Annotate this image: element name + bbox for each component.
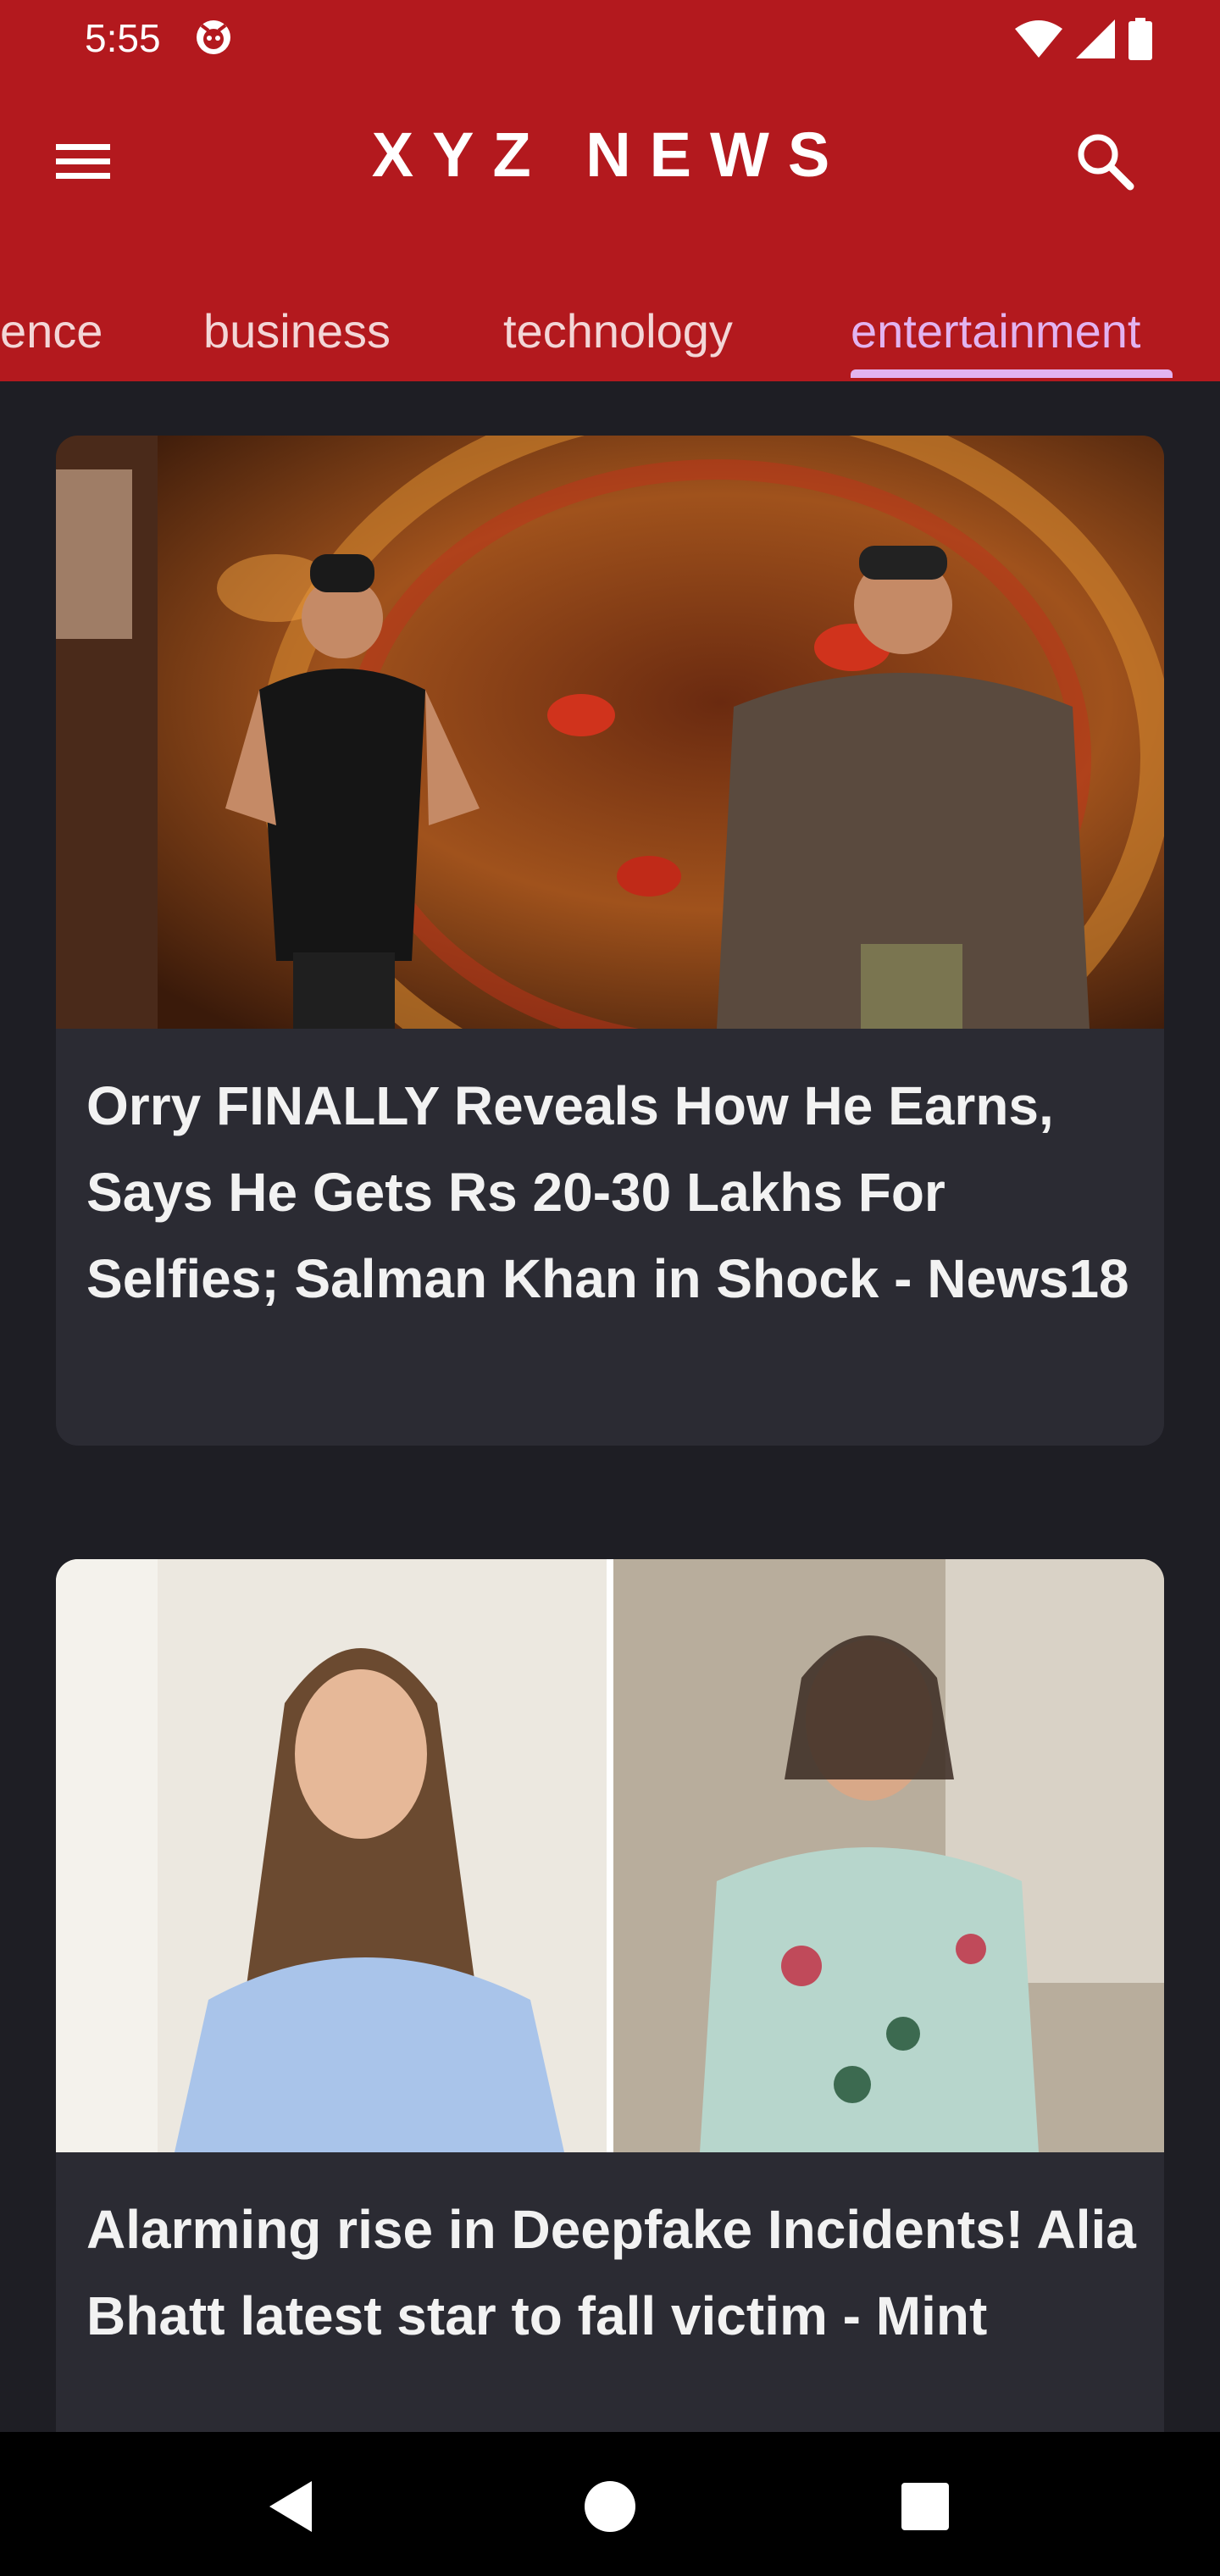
signal-icon bbox=[1076, 19, 1115, 58]
article-list[interactable]: Orry FINALLY Reveals How He Earns, Says … bbox=[0, 381, 1220, 2432]
article-title[interactable]: Alarming rise in Deepfake Incidents! Ali… bbox=[86, 2186, 1137, 2359]
wifi-icon bbox=[1015, 20, 1062, 58]
back-icon[interactable] bbox=[259, 2473, 327, 2540]
tab-science[interactable]: ence bbox=[0, 303, 103, 381]
app-title: XYZ NEWS bbox=[371, 119, 849, 190]
notification-icon bbox=[197, 20, 230, 54]
article-card[interactable]: Orry FINALLY Reveals How He Earns, Says … bbox=[56, 436, 1164, 1446]
two-men-on-stage-image bbox=[56, 436, 1164, 1029]
status-time: 5:55 bbox=[85, 16, 161, 60]
app-bar: XYZ NEWS ence business technology entert… bbox=[0, 76, 1220, 381]
battery-icon bbox=[1128, 18, 1152, 60]
system-nav-bar bbox=[0, 2432, 1220, 2576]
status-bar: 5:55 bbox=[0, 0, 1220, 76]
article-card[interactable]: Alarming rise in Deepfake Incidents! Ali… bbox=[56, 1559, 1164, 2432]
article-title[interactable]: Orry FINALLY Reveals How He Earns, Says … bbox=[86, 1063, 1137, 1322]
search-icon[interactable] bbox=[1069, 125, 1140, 197]
tab-technology[interactable]: technology bbox=[503, 303, 733, 381]
active-tab-indicator bbox=[851, 369, 1173, 378]
home-icon[interactable] bbox=[576, 2473, 644, 2540]
tab-business[interactable]: business bbox=[203, 303, 391, 381]
recents-icon[interactable] bbox=[891, 2473, 959, 2540]
two-women-collage-image bbox=[56, 1559, 1164, 2152]
